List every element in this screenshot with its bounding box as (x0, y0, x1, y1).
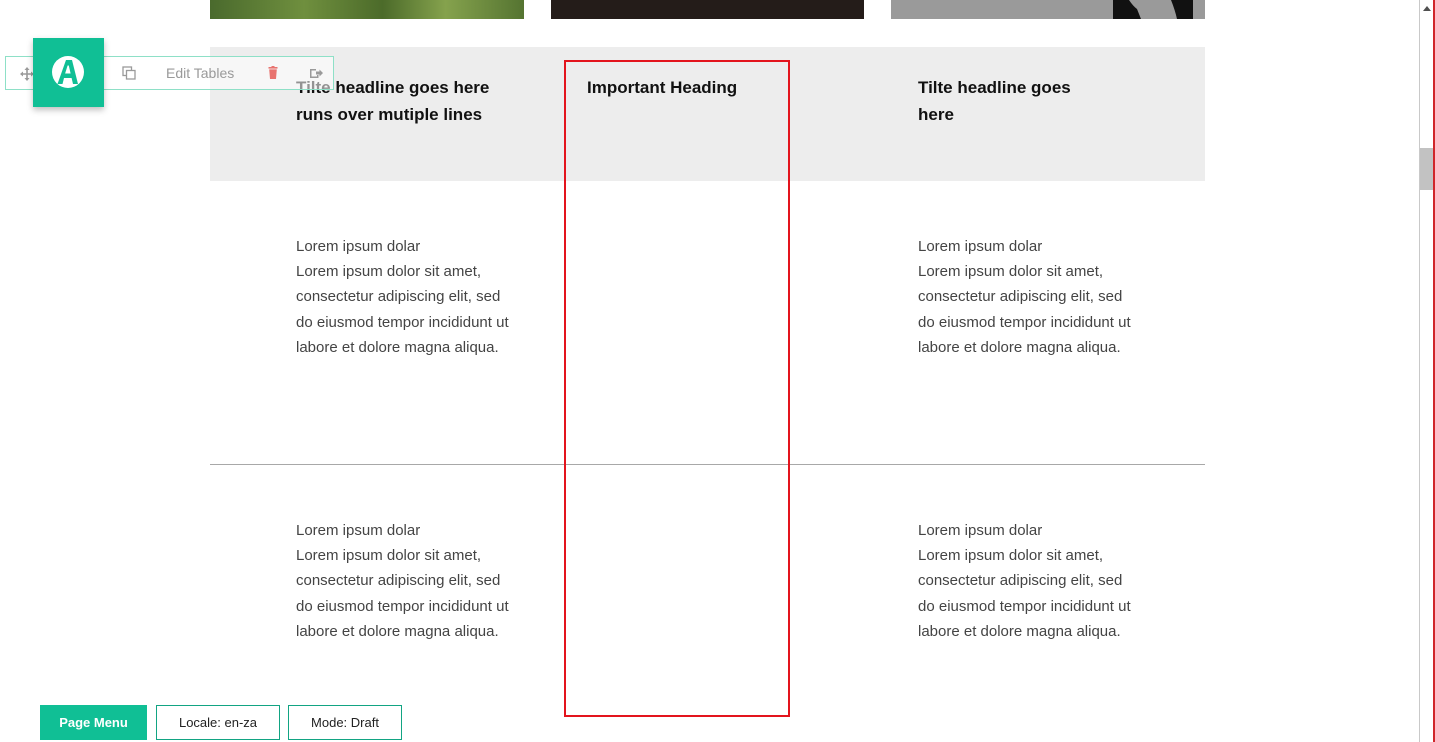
table-cell[interactable]: Lorem ipsum dolar Lorem ipsum dolor sit … (918, 234, 1133, 360)
locale-button[interactable]: Locale: en-za (156, 705, 280, 740)
mode-button[interactable]: Mode: Draft (288, 705, 402, 740)
column-heading-3[interactable]: Tilte headline goes here (918, 74, 1108, 128)
selected-column-outline[interactable] (564, 60, 790, 717)
table-cell[interactable]: Lorem ipsum dolar Lorem ipsum dolor sit … (296, 518, 511, 644)
app-logo[interactable] (33, 38, 104, 107)
image-2 (551, 0, 864, 19)
scrollbar-track[interactable] (1420, 0, 1434, 742)
logo-icon (52, 56, 84, 88)
table-cell[interactable]: Lorem ipsum dolar Lorem ipsum dolor sit … (296, 234, 511, 360)
page-menu-button[interactable]: Page Menu (40, 705, 147, 740)
copy-icon[interactable] (122, 66, 136, 80)
edit-tables-button[interactable]: Edit Tables (166, 65, 234, 81)
scrollbar-thumb[interactable] (1420, 148, 1433, 190)
export-icon[interactable] (309, 66, 323, 80)
image-3 (891, 0, 1205, 19)
table-cell[interactable]: Lorem ipsum dolar Lorem ipsum dolor sit … (918, 518, 1133, 644)
image-1 (210, 0, 524, 19)
move-icon[interactable] (20, 67, 34, 81)
silhouette-shape (1113, 0, 1193, 19)
scroll-up-arrow-icon[interactable] (1423, 6, 1431, 11)
trash-icon[interactable] (266, 66, 280, 80)
